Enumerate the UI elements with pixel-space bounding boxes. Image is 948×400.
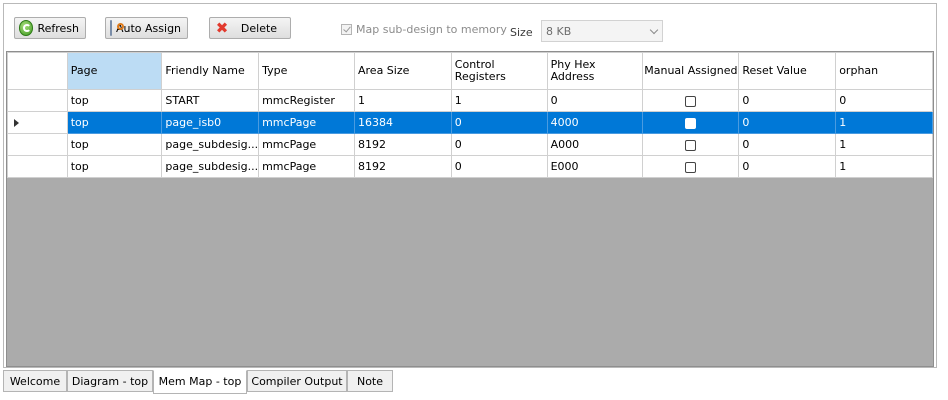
cell-reset-value[interactable]: 0 [738,111,837,134]
column-header-orphan[interactable]: orphan [835,52,933,90]
delete-button[interactable]: ✖ Delete [209,17,291,39]
manual-assigned-checkbox[interactable] [685,95,697,107]
column-header-page[interactable]: Page [66,52,163,90]
tab-welcome[interactable]: Welcome [3,370,67,392]
cell-page[interactable]: top [66,155,163,178]
cell-friendly-name[interactable]: START [161,89,260,112]
delete-x-icon: ✖ [215,19,229,37]
row-header[interactable] [7,133,68,156]
size-select[interactable]: 8 KB [541,20,663,42]
cell-control-registers[interactable]: 0 [450,155,548,178]
cell-control-registers[interactable]: 0 [450,111,548,134]
cell-area-size[interactable]: 8192 [354,133,452,156]
row-header-corner[interactable] [7,52,68,90]
cell-area-size[interactable]: 8192 [354,155,452,178]
cell-phy-hex-address[interactable]: E000 [546,155,644,178]
cell-page[interactable]: top [66,89,163,112]
refresh-button[interactable]: Refresh [14,17,86,39]
row-header[interactable] [7,155,68,178]
refresh-label: Refresh [37,21,79,35]
cell-type[interactable]: mmcPage [258,111,355,134]
column-header-type[interactable]: Type [258,52,355,90]
cell-orphan[interactable]: 1 [835,155,933,178]
cell-orphan[interactable]: 1 [835,133,933,156]
cell-phy-hex-address[interactable]: A000 [546,133,644,156]
cell-manual-assigned[interactable] [642,155,740,178]
mem-map-table: Page Friendly Name Type Area Size Contro… [7,52,933,178]
column-header-control-registers[interactable]: Control Registers [450,52,548,90]
column-header-reset-value[interactable]: Reset Value [738,52,837,90]
mem-map-panel: Refresh Auto Assign ✖ Delete Map sub-des… [3,3,937,368]
toolbar: Refresh Auto Assign ✖ Delete Map sub-des… [4,4,936,48]
chevron-down-icon [649,25,659,35]
cell-area-size[interactable]: 1 [354,89,452,112]
cell-control-registers[interactable]: 0 [450,133,548,156]
column-header-area-size[interactable]: Area Size [354,52,452,90]
tab-diagram-top[interactable]: Diagram - top [67,370,153,392]
table-row-selected[interactable]: top page_isb0 mmcPage 16384 0 4000 0 1 [7,111,933,134]
tab-compiler-output[interactable]: Compiler Output [247,370,347,392]
manual-assigned-checkbox[interactable] [685,139,697,151]
mem-map-grid[interactable]: Page Friendly Name Type Area Size Contro… [6,51,934,367]
auto-assign-icon [110,20,124,36]
cell-reset-value[interactable]: 0 [738,89,837,112]
cell-type[interactable]: mmcPage [258,155,355,178]
tab-note[interactable]: Note [347,370,393,392]
auto-assign-label: Auto Assign [116,21,182,35]
cell-phy-hex-address[interactable]: 4000 [546,111,644,134]
cell-type[interactable]: mmcPage [258,133,355,156]
row-header[interactable] [7,89,68,112]
table-row[interactable]: top page_subdesig... mmcPage 8192 0 E000… [7,155,933,178]
refresh-icon [19,20,34,36]
map-subdesign-label: Map sub-design to memory [356,23,507,36]
cell-manual-assigned[interactable] [642,133,740,156]
cell-page[interactable]: top [66,133,163,156]
cell-reset-value[interactable]: 0 [738,133,837,156]
cell-manual-assigned[interactable] [642,111,740,134]
cell-phy-hex-address[interactable]: 0 [546,89,644,112]
cell-reset-value[interactable]: 0 [738,155,837,178]
cell-area-size[interactable]: 16384 [354,111,452,134]
table-row[interactable]: top page_subdesig... mmcPage 8192 0 A000… [7,133,933,156]
cell-page[interactable]: top [66,111,163,134]
manual-assigned-checkbox[interactable] [685,117,697,129]
cell-friendly-name[interactable]: page_isb0 [161,111,260,134]
column-header-phy-hex-address[interactable]: Phy Hex Address [546,52,644,90]
current-row-arrow-icon [14,119,19,127]
row-header[interactable] [7,111,68,134]
cell-type[interactable]: mmcRegister [258,89,355,112]
cell-orphan[interactable]: 0 [835,89,933,112]
manual-assigned-checkbox[interactable] [685,161,697,173]
cell-friendly-name[interactable]: page_subdesig... [161,133,260,156]
auto-assign-button[interactable]: Auto Assign [105,17,188,39]
header-row: Page Friendly Name Type Area Size Contro… [7,52,933,90]
cell-friendly-name[interactable]: page_subdesig... [161,155,260,178]
checkbox-box[interactable] [341,24,352,35]
cell-orphan[interactable]: 1 [835,111,933,134]
tab-mem-map-top[interactable]: Mem Map - top [153,370,247,394]
map-subdesign-checkbox[interactable]: Map sub-design to memory [341,23,507,36]
table-row[interactable]: top START mmcRegister 1 1 0 0 0 [7,89,933,112]
column-header-manual-assigned[interactable]: Manual Assigned [642,52,740,90]
cell-manual-assigned[interactable] [642,89,740,112]
delete-label: Delete [240,21,278,35]
size-label: Size [510,26,533,39]
column-header-friendly-name[interactable]: Friendly Name [161,52,260,90]
size-value: 8 KB [546,25,572,38]
cell-control-registers[interactable]: 1 [450,89,548,112]
